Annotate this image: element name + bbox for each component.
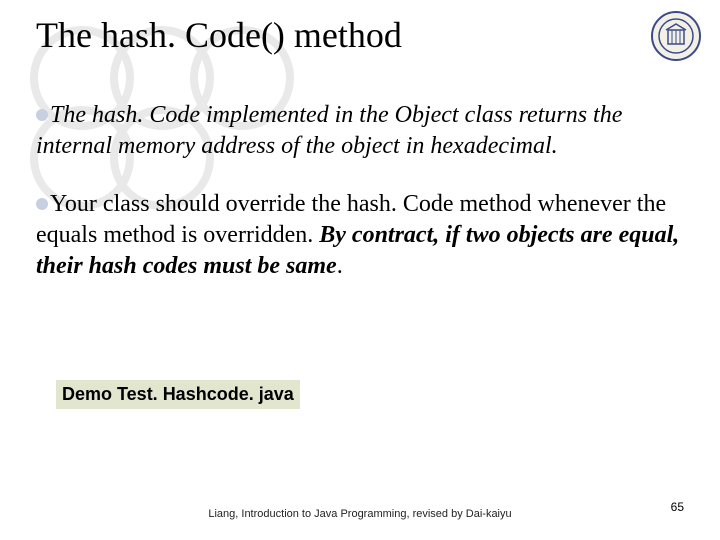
slide-body: The hash. Code implemented in the Object… [36, 100, 688, 310]
slide: The hash. Code() method The hash. Code i… [0, 0, 720, 540]
bullet-2-text-part3: . [337, 253, 343, 279]
bullet-item-1: The hash. Code implemented in the Object… [36, 100, 688, 161]
bullet-dot-icon [36, 198, 48, 210]
bullet-dot-icon [36, 109, 48, 121]
slide-title: The hash. Code() method [36, 14, 402, 56]
page-number: 65 [671, 500, 684, 514]
bullet-1-text: The hash. Code implemented in the Object… [36, 102, 622, 159]
bullet-item-2: Your class should override the hash. Cod… [36, 189, 688, 281]
university-logo-icon [650, 10, 702, 62]
footer-citation: Liang, Introduction to Java Programming,… [0, 508, 720, 520]
demo-label: Demo Test. Hashcode. java [56, 380, 300, 409]
